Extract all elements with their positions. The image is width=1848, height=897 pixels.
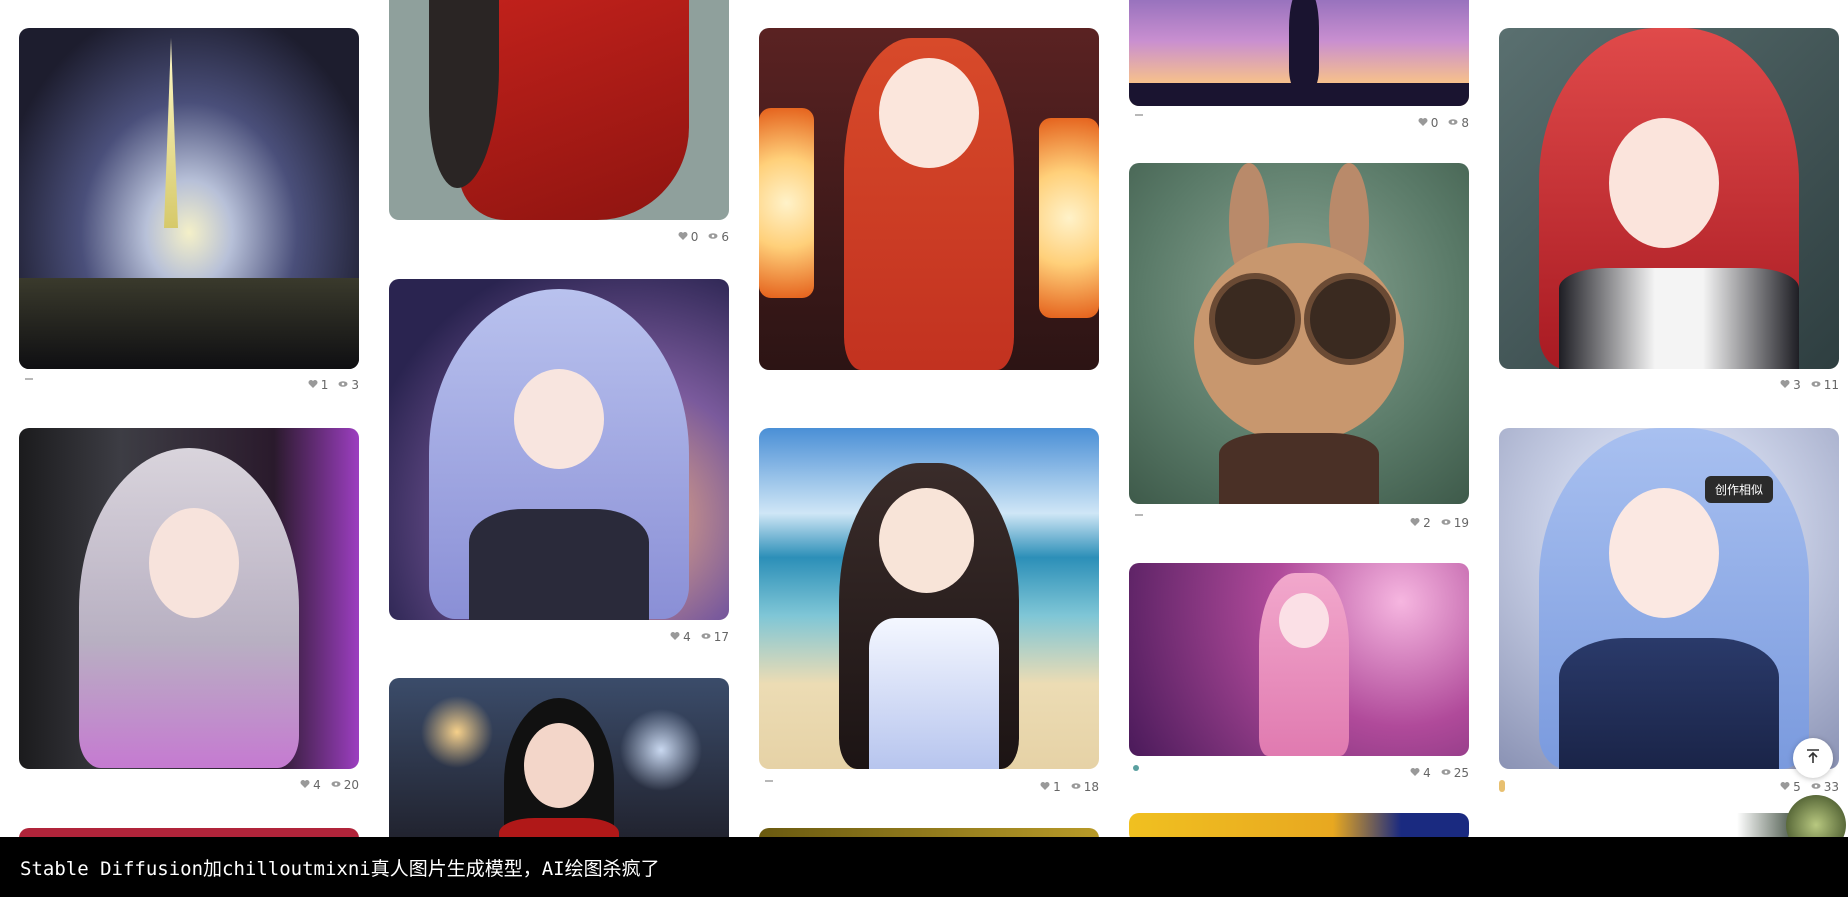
- like-count: 0: [1430, 116, 1439, 130]
- like-count: 5: [1793, 780, 1801, 794]
- view-count: 17: [713, 630, 729, 644]
- author-placeholder: [1135, 514, 1143, 516]
- like-count: 0: [690, 230, 699, 244]
- card-stats: 4 17: [589, 630, 729, 644]
- artwork-card-demon-girl[interactable]: [19, 428, 359, 769]
- heart-icon: [670, 630, 680, 644]
- create-similar-tooltip[interactable]: 创作相似: [1705, 476, 1774, 503]
- heart-icon: [1410, 766, 1420, 780]
- card-stats: 1 3: [219, 378, 359, 392]
- heart-icon: [1780, 378, 1790, 392]
- view-count: 8: [1461, 116, 1469, 130]
- heart-icon: [1418, 116, 1428, 130]
- card-stats: 5 33: [1699, 780, 1839, 794]
- artwork-card-goggle-rabbit[interactable]: [1129, 163, 1469, 504]
- artwork-card-lavender-hair[interactable]: [389, 279, 729, 620]
- artwork-card-sunset-silhouette[interactable]: [1129, 0, 1469, 106]
- artwork-card-beach-girl[interactable]: [759, 428, 1099, 769]
- artwork-card-red-twintails[interactable]: [1499, 28, 1839, 369]
- view-count: 33: [1823, 780, 1839, 794]
- author-placeholder: [1135, 114, 1143, 116]
- video-caption: Stable Diffusion加chilloutmixni真人图片生成模型，A…: [0, 837, 1848, 897]
- author-placeholder: [25, 378, 33, 380]
- view-count: 6: [721, 230, 729, 244]
- heart-icon: [300, 778, 310, 792]
- card-stats: 2 19: [1329, 516, 1469, 530]
- card-stats: 3 11: [1699, 378, 1839, 392]
- card-stats: 1 18: [959, 780, 1099, 794]
- like-count: 1: [1053, 780, 1061, 794]
- eye-icon: [1448, 116, 1458, 130]
- artwork-card-lantern-girl[interactable]: [759, 28, 1099, 370]
- view-count: 11: [1823, 378, 1839, 392]
- heart-icon: [308, 378, 318, 392]
- like-count: 4: [1423, 766, 1431, 780]
- eye-icon: [1441, 516, 1451, 530]
- author-placeholder: [1133, 765, 1139, 771]
- eye-icon: [1071, 780, 1081, 794]
- artwork-card-portrait-bokeh[interactable]: [389, 678, 729, 858]
- artwork-card-red-robe[interactable]: [389, 0, 729, 220]
- card-stats: 0 8: [1329, 116, 1469, 130]
- eye-icon: [1811, 378, 1821, 392]
- card-stats: 0 6: [589, 230, 729, 244]
- author-placeholder: [1499, 780, 1505, 792]
- heart-icon: [1040, 780, 1050, 794]
- view-count: 18: [1083, 780, 1099, 794]
- eye-icon: [708, 230, 718, 244]
- view-count: 19: [1453, 516, 1469, 530]
- view-count: 3: [351, 378, 359, 392]
- heart-icon: [678, 230, 688, 244]
- arrow-up-icon: [1804, 747, 1822, 769]
- artwork-card-tentacle-girl[interactable]: [1129, 563, 1469, 756]
- view-count: 20: [343, 778, 359, 792]
- eye-icon: [1811, 780, 1821, 794]
- eye-icon: [1441, 766, 1451, 780]
- card-stats: 4 20: [219, 778, 359, 792]
- artwork-card-night-harbor[interactable]: [19, 28, 359, 369]
- view-count: 25: [1453, 766, 1469, 780]
- heart-icon: [1780, 780, 1790, 794]
- like-count: 3: [1793, 378, 1801, 392]
- card-stats: 4 25: [1329, 766, 1469, 780]
- back-to-top-button[interactable]: [1793, 738, 1833, 778]
- eye-icon: [701, 630, 711, 644]
- artwork-card-blue-hair-girl[interactable]: [1499, 428, 1839, 769]
- like-count: 1: [320, 378, 329, 392]
- like-count: 2: [1423, 516, 1431, 530]
- eye-icon: [331, 778, 341, 792]
- author-placeholder: [765, 780, 773, 782]
- like-count: 4: [683, 630, 691, 644]
- heart-icon: [1410, 516, 1420, 530]
- like-count: 4: [313, 778, 321, 792]
- eye-icon: [338, 378, 348, 392]
